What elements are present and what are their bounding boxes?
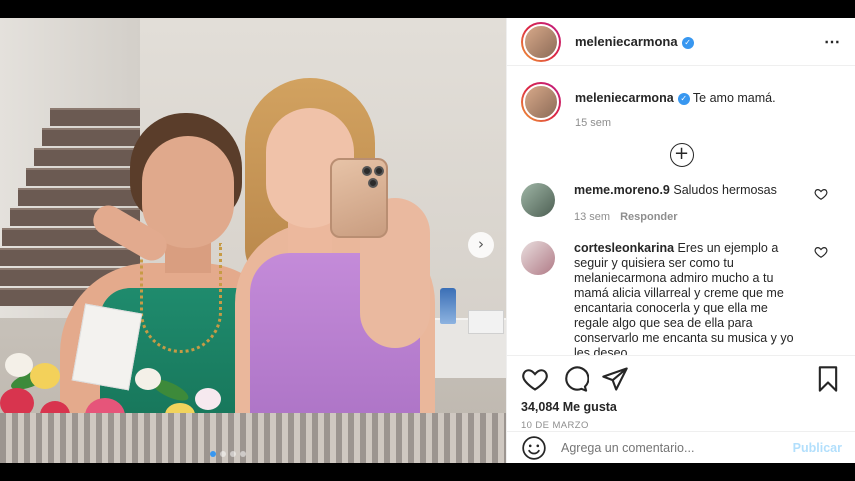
more-options-icon[interactable]: ⋯ bbox=[824, 32, 841, 52]
share-send-icon[interactable] bbox=[601, 365, 629, 393]
post-header: meleniecarmona ✓ ⋯ bbox=[507, 18, 855, 66]
photo-box bbox=[468, 310, 504, 334]
save-bookmark-icon[interactable] bbox=[814, 365, 842, 393]
comment-avatar[interactable] bbox=[521, 241, 555, 275]
caption-text: Te amo mamá. bbox=[692, 91, 776, 105]
likes-count[interactable]: 34,084 Me gusta bbox=[521, 400, 842, 414]
comment-item: meme.moreno.9 Saludos hermosas 13 sem Res… bbox=[521, 183, 842, 225]
comment-username[interactable]: meme.moreno.9 bbox=[574, 183, 670, 197]
load-more-comments: + bbox=[521, 143, 842, 167]
add-comment-bar: Publicar bbox=[507, 431, 855, 463]
carousel-dot bbox=[230, 451, 236, 457]
carousel-next-button[interactable]: › bbox=[468, 232, 494, 258]
comment-avatar[interactable] bbox=[521, 183, 555, 217]
mirror-frame bbox=[0, 413, 506, 463]
comment-like-heart-icon[interactable] bbox=[814, 245, 828, 259]
post-side-panel: meleniecarmona ✓ ⋯ meleniecarmona ✓ Te amo… bbox=[506, 18, 855, 463]
comment-input[interactable] bbox=[561, 440, 793, 455]
post-date[interactable]: 10 DE MARZO bbox=[521, 420, 842, 431]
comment-meta: 13 sem Responder bbox=[574, 210, 800, 225]
like-heart-icon[interactable] bbox=[521, 365, 549, 393]
author-username[interactable]: meleniecarmona ✓ bbox=[575, 34, 694, 49]
post-caption: meleniecarmona ✓ Te amo mamá. 15 sem bbox=[521, 82, 842, 129]
verified-badge-icon: ✓ bbox=[677, 92, 690, 105]
carousel-dot bbox=[240, 451, 246, 457]
caption-time[interactable]: 15 sem bbox=[575, 117, 776, 129]
post-actions: 34,084 Me gusta 10 DE MARZO bbox=[507, 355, 855, 431]
author-avatar[interactable] bbox=[521, 21, 561, 62]
caption-avatar[interactable] bbox=[521, 82, 561, 122]
carousel-dot bbox=[210, 451, 216, 457]
caption-username[interactable]: meleniecarmona bbox=[575, 91, 674, 105]
carousel-dot bbox=[220, 451, 226, 457]
publish-button[interactable]: Publicar bbox=[793, 441, 842, 455]
comments-list[interactable]: meleniecarmona ✓ Te amo mamá. 15 sem + me… bbox=[507, 74, 855, 355]
action-icons bbox=[521, 364, 842, 394]
comment-item: cortesleonkarina Eres un ejemplo a segui… bbox=[521, 241, 842, 355]
comment-bubble-icon[interactable] bbox=[561, 365, 589, 393]
comment-text: Saludos hermosas bbox=[673, 183, 777, 197]
post-photo[interactable]: › bbox=[0, 18, 506, 463]
emoji-smiley-icon[interactable] bbox=[521, 435, 547, 461]
comment-text: Eres un ejemplo a seguir y quisiera ser … bbox=[574, 241, 794, 355]
verified-badge-icon: ✓ bbox=[681, 36, 694, 49]
load-more-plus-icon[interactable]: + bbox=[669, 143, 694, 167]
photo-bottle bbox=[440, 288, 456, 324]
carousel-dots bbox=[210, 451, 246, 457]
phone-in-hand bbox=[330, 158, 388, 238]
comment-like-heart-icon[interactable] bbox=[814, 187, 828, 201]
comment-username[interactable]: cortesleonkarina bbox=[574, 241, 674, 255]
reply-button[interactable]: Responder bbox=[620, 211, 677, 223]
post-modal: › meleniecarmona ✓ ⋯ meleniecarmona ✓ Te a… bbox=[0, 18, 855, 463]
comment-time[interactable]: 13 sem bbox=[574, 211, 610, 223]
